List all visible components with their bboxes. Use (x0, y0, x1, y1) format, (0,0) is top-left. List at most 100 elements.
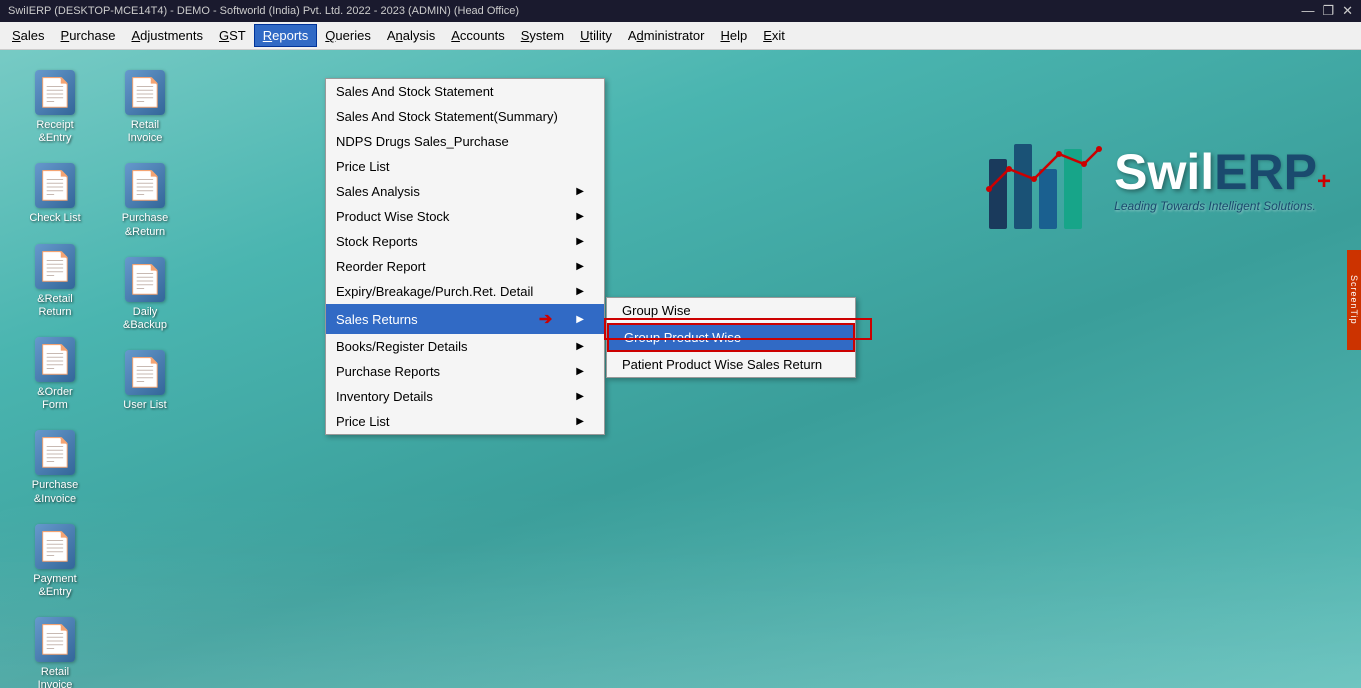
user-list-label: User List (123, 399, 166, 412)
purchase-invoice-label: Purchase&Invoice (32, 479, 78, 505)
menu-inventory-details[interactable]: Inventory Details ▶ (326, 384, 604, 409)
logo-swil: Swil (1114, 147, 1214, 197)
menu-analysis[interactable]: Analysis (379, 25, 443, 46)
menu-help[interactable]: Help (712, 25, 755, 46)
title-text: SwiIERP (DESKTOP-MCE14T4) - DEMO - Softw… (8, 5, 519, 17)
logo-tagline: Leading Towards Intelligent Solutions. (1114, 199, 1331, 213)
title-bar: SwiIERP (DESKTOP-MCE14T4) - DEMO - Softw… (0, 0, 1361, 22)
logo-erp: ERP (1214, 147, 1317, 197)
arrow-purchase: ▶ (576, 366, 584, 377)
icon-retail-return[interactable]: &RetailReturn (20, 239, 90, 324)
menu-price-list-2[interactable]: Price List ▶ (326, 409, 604, 434)
receipt-entry-label: Receipt&Entry (36, 119, 73, 145)
group-product-wise-label: Group Product Wise (624, 330, 741, 345)
menu-accounts[interactable]: Accounts (443, 25, 512, 46)
icon-daily-backup[interactable]: Daily&Backup (110, 252, 180, 337)
logo-chart (984, 129, 1104, 229)
arrow-books: ▶ (576, 341, 584, 352)
arrow-expiry: ▶ (576, 286, 584, 297)
menu-price-list-1[interactable]: Price List (326, 154, 604, 179)
screentip-label: ScreenTip (1347, 250, 1361, 350)
retail-invoice-image (125, 70, 165, 115)
menu-expiry-breakage[interactable]: Expiry/Breakage/Purch.Ret. Detail ▶ (326, 279, 604, 304)
daily-backup-label: Daily&Backup (123, 306, 167, 332)
reports-dropdown: Sales And Stock Statement Sales And Stoc… (325, 78, 605, 435)
icon-purchase-invoice[interactable]: Purchase&Invoice (20, 425, 90, 510)
retail-invoice-2-label: RetailInvoice (38, 666, 73, 688)
arrow-sales-returns: ▶ (576, 314, 584, 325)
purchase-return-label: Purchase&Return (122, 212, 168, 238)
retail-invoice-label: RetailInvoice (128, 119, 163, 145)
menu-sales-returns[interactable]: Sales Returns ➔ ▶ (326, 304, 604, 334)
retail-return-label: &RetailReturn (37, 293, 72, 319)
menu-utility[interactable]: Utility (572, 25, 620, 46)
check-list-image (35, 163, 75, 208)
menu-stock-reports[interactable]: Stock Reports ▶ (326, 229, 604, 254)
window-controls[interactable]: — ❐ ✕ (1301, 3, 1353, 19)
arrow-product-wise: ▶ (576, 211, 584, 222)
menu-administrator[interactable]: Administrator (620, 25, 713, 46)
menu-reorder-report[interactable]: Reorder Report ▶ (326, 254, 604, 279)
menu-bar: Sales Purchase Adjustments GST Reports Q… (0, 22, 1361, 50)
menu-system[interactable]: System (513, 25, 572, 46)
menu-exit[interactable]: Exit (755, 25, 793, 46)
icon-payment-entry[interactable]: Payment&Entry (20, 519, 90, 604)
group-wise-label: Group Wise (622, 303, 691, 318)
sales-returns-submenu: Group Wise Group Product Wise Patient Pr… (606, 297, 856, 378)
arrow-stock-reports: ▶ (576, 236, 584, 247)
icon-retail-invoice-2[interactable]: RetailInvoice (20, 612, 90, 688)
patient-product-wise-label: Patient Product Wise Sales Return (622, 357, 822, 372)
icon-receipt-entry[interactable]: Receipt&Entry (20, 65, 90, 150)
sales-returns-right: ➔ ▶ (539, 309, 584, 329)
arrow-inventory: ▶ (576, 391, 584, 402)
submenu-patient-product-wise[interactable]: Patient Product Wise Sales Return (607, 352, 855, 377)
order-form-image (35, 337, 75, 382)
receipt-entry-image (35, 70, 75, 115)
retail-invoice-2-image (35, 617, 75, 662)
menu-product-wise-stock[interactable]: Product Wise Stock ▶ (326, 204, 604, 229)
minimize-button[interactable]: — (1301, 3, 1314, 19)
desktop-column-2: RetailInvoice Purchase&Return Daily&Back… (110, 65, 180, 417)
order-form-label: &OrderForm (37, 386, 72, 412)
logo-plus: + (1317, 168, 1331, 196)
close-button[interactable]: ✕ (1342, 3, 1353, 19)
submenu-group-product-wise[interactable]: Group Product Wise (607, 323, 855, 352)
arrow-price-list: ▶ (576, 416, 584, 427)
menu-sales-analysis[interactable]: Sales Analysis ▶ (326, 179, 604, 204)
desktop: Receipt&Entry Check List &RetailReturn &… (0, 50, 1361, 688)
menu-purchase[interactable]: Purchase (53, 25, 124, 46)
icon-order-form[interactable]: &OrderForm (20, 332, 90, 417)
icon-user-list[interactable]: User List (110, 345, 180, 417)
wave-decoration-2 (0, 538, 1361, 688)
retail-return-image (35, 244, 75, 289)
purchase-return-image (125, 163, 165, 208)
logo-area: Swil ERP + Leading Towards Intelligent S… (951, 110, 1331, 250)
submenu-group-wise[interactable]: Group Wise (607, 298, 855, 323)
red-arrow-icon: ➔ (539, 309, 552, 329)
menu-adjustments[interactable]: Adjustments (123, 25, 211, 46)
payment-entry-image (35, 524, 75, 569)
menu-books-register[interactable]: Books/Register Details ▶ (326, 334, 604, 359)
arrow-reorder: ▶ (576, 261, 584, 272)
logo-name-row: Swil ERP + (1114, 147, 1331, 197)
menu-sales[interactable]: Sales (4, 25, 53, 46)
desktop-column-1: Receipt&Entry Check List &RetailReturn &… (20, 65, 90, 688)
menu-queries[interactable]: Queries (317, 25, 379, 46)
icon-retail-invoice[interactable]: RetailInvoice (110, 65, 180, 150)
menu-gst[interactable]: GST (211, 25, 254, 46)
menu-ndps[interactable]: NDPS Drugs Sales_Purchase (326, 129, 604, 154)
logo-text: Swil ERP + Leading Towards Intelligent S… (1114, 147, 1331, 213)
icon-check-list[interactable]: Check List (20, 158, 90, 230)
menu-sales-stock[interactable]: Sales And Stock Statement (326, 79, 604, 104)
menu-purchase-reports[interactable]: Purchase Reports ▶ (326, 359, 604, 384)
user-list-image (125, 350, 165, 395)
menu-sales-stock-summary[interactable]: Sales And Stock Statement(Summary) (326, 104, 604, 129)
daily-backup-image (125, 257, 165, 302)
maximize-button[interactable]: ❐ (1322, 3, 1334, 19)
icon-purchase-return[interactable]: Purchase&Return (110, 158, 180, 243)
menu-reports[interactable]: Reports (254, 24, 318, 47)
logo-graphic (984, 129, 1104, 232)
purchase-invoice-image (35, 430, 75, 475)
payment-entry-label: Payment&Entry (33, 573, 76, 599)
wave-decoration (0, 488, 1361, 688)
